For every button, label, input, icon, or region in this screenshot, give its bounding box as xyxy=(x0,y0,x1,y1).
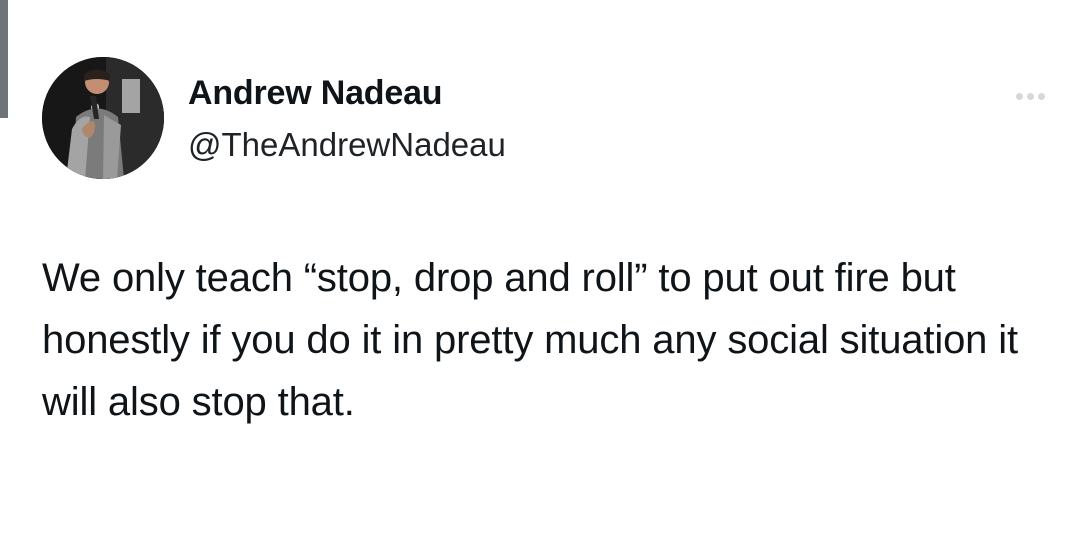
tweet-card: Andrew Nadeau @TheAndrewNadeau We only t… xyxy=(0,0,1080,533)
display-name[interactable]: Andrew Nadeau xyxy=(188,73,443,113)
menu-dot xyxy=(1015,92,1023,100)
username-handle[interactable]: @TheAndrewNadeau xyxy=(188,125,506,165)
tweet-text: We only teach “stop, drop and roll” to p… xyxy=(42,256,1018,424)
menu-dot xyxy=(1037,92,1045,100)
left-edge-bar xyxy=(0,0,8,118)
avatar-photo-icon xyxy=(42,57,164,179)
menu-dot xyxy=(1026,92,1034,100)
avatar[interactable] xyxy=(42,57,164,179)
more-options-icon[interactable] xyxy=(1004,82,1056,110)
